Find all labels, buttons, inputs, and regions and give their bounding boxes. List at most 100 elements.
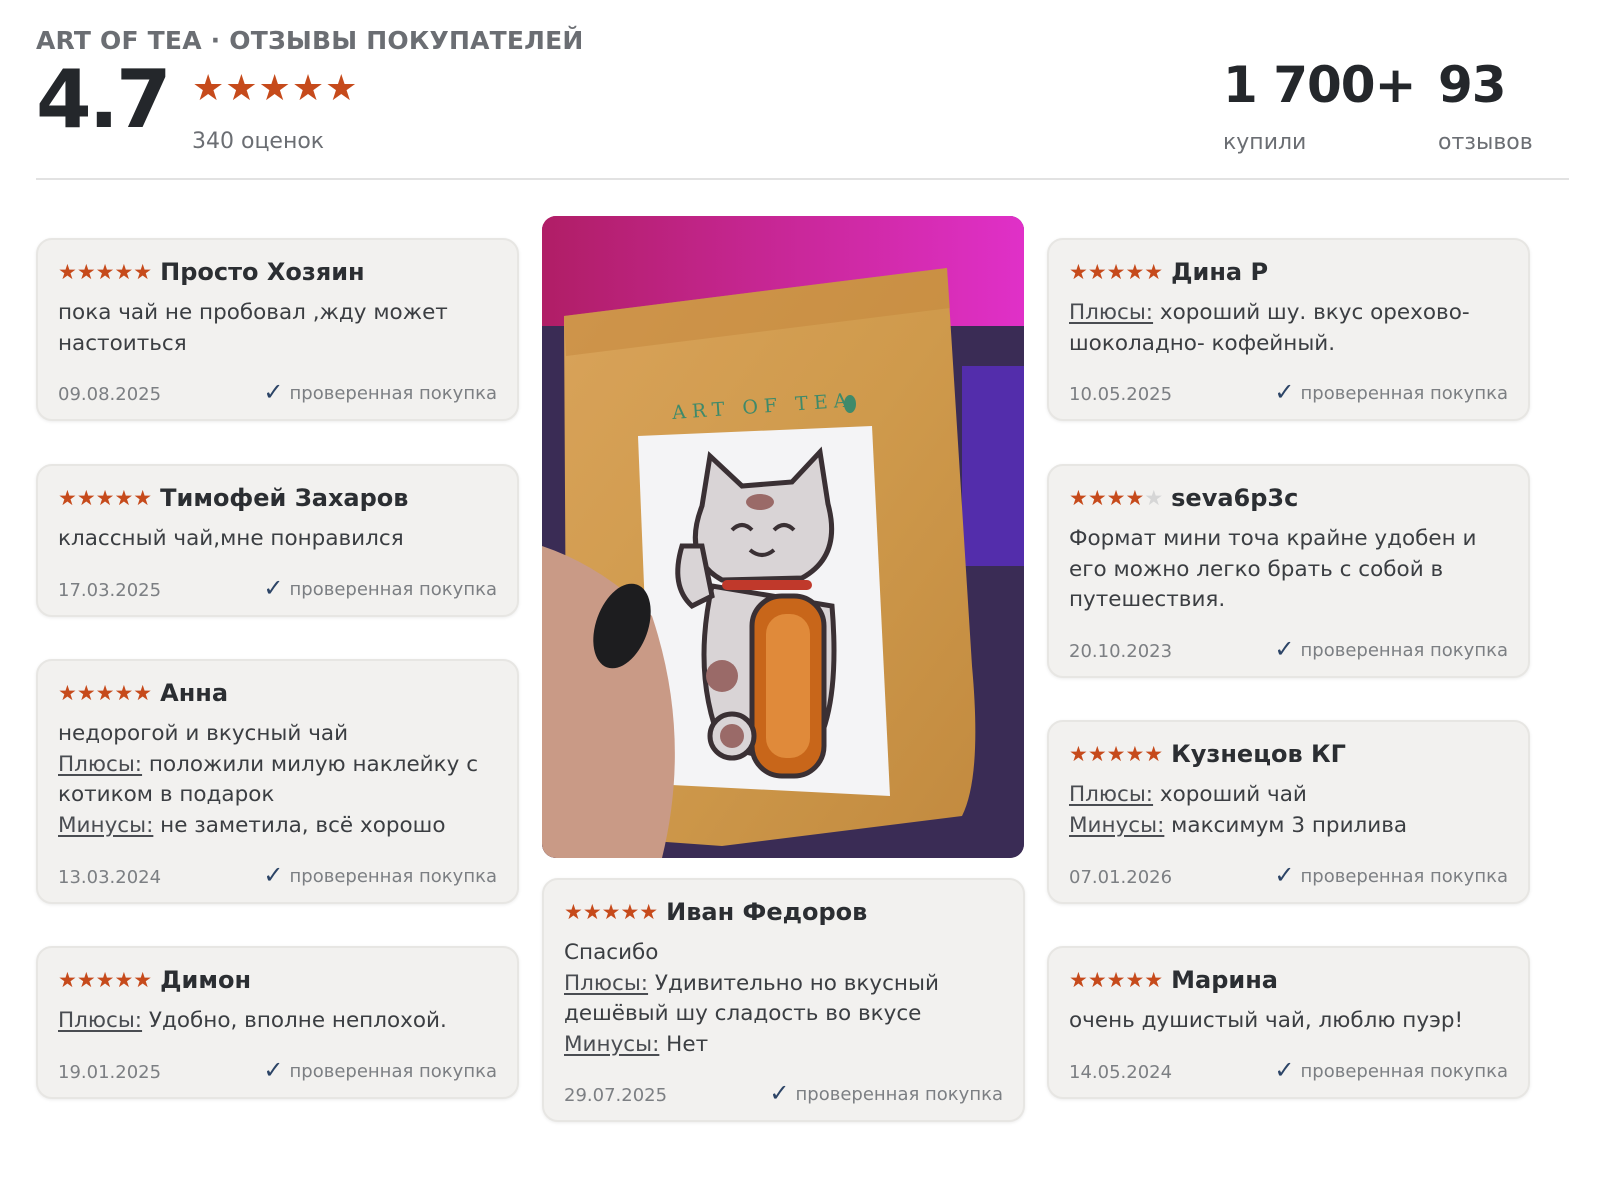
filled-stars: ★★★★: [1069, 486, 1145, 510]
stat-purchased: 1 700+ купили: [1223, 56, 1416, 155]
verified-label: проверенная покупка: [289, 579, 497, 600]
review-author: seva6p3c: [1171, 484, 1299, 512]
review-text: Спасибо Плюсы: Удивительно но вкусный де…: [564, 938, 1005, 1060]
review-date: 10.05.2025: [1069, 384, 1173, 405]
review-card[interactable]: ★★★★★ Дина Р Плюсы: хороший шу. вкус орех…: [1047, 238, 1530, 421]
average-rating-stars: ★★★★★: [192, 68, 359, 109]
review-card[interactable]: ★★★★★ Иван Федоров Спасибо Плюсы: Удивите…: [542, 878, 1025, 1122]
rating-stars: ★★★★★: [1069, 486, 1163, 510]
checkmark-icon: ✓: [263, 861, 284, 889]
review-comment: Формат мини точа крайне удобен и его мож…: [1069, 526, 1477, 612]
review-author: Кузнецов КГ: [1171, 740, 1346, 768]
review-comment: Спасибо: [564, 940, 659, 965]
checkmark-icon: ✓: [1274, 635, 1295, 663]
stat-reviews: 93 отзывов: [1438, 60, 1533, 155]
checkmark-icon: ✓: [1274, 378, 1295, 406]
verified-label: проверенная покупка: [1300, 640, 1508, 661]
ratings-count: 340 оценок: [192, 129, 325, 154]
verified-purchase: ✓ проверенная покупка: [769, 1079, 1003, 1107]
review-card[interactable]: ★★★★★ Димон Плюсы: Удобно, вполне неплохо…: [36, 946, 519, 1099]
rating-stars: ★★★★★: [564, 900, 659, 924]
review-comment: пока чай не пробовал ,жду может настоить…: [58, 300, 448, 356]
verified-purchase: ✓ проверенная покупка: [1274, 1056, 1508, 1084]
review-date: 29.07.2025: [564, 1085, 668, 1106]
review-card[interactable]: ★★★★★ Тимофей Захаров классный чай,мне по…: [36, 464, 519, 617]
checkmark-icon: ✓: [263, 574, 284, 602]
review-text: Плюсы: хороший чай Минусы: максимум 3 пр…: [1069, 780, 1510, 841]
review-author: Иван Федоров: [666, 898, 868, 926]
review-date: 14.05.2024: [1069, 1062, 1173, 1083]
pros-label: Плюсы:: [58, 751, 143, 777]
stat-reviews-value: 93: [1438, 56, 1507, 114]
verified-label: проверенная покупка: [289, 1061, 497, 1082]
review-comment: очень душистый чай, люблю пуэр!: [1069, 1008, 1464, 1033]
verified-label: проверенная покупка: [795, 1084, 1003, 1105]
review-card[interactable]: ★★★★★ seva6p3c Формат мини точа крайне уд…: [1047, 464, 1530, 678]
review-author: Тимофей Захаров: [160, 484, 409, 512]
verified-purchase: ✓ проверенная покупка: [263, 1056, 497, 1084]
pros-text: хороший чай: [1153, 782, 1307, 807]
review-author: Дина Р: [1171, 258, 1269, 286]
review-date: 17.03.2025: [58, 580, 162, 601]
verified-label: проверенная покупка: [289, 383, 497, 404]
rating-stars: ★★★★★: [1069, 742, 1164, 766]
verified-purchase: ✓ проверенная покупка: [263, 861, 497, 889]
cons-label: Минусы:: [564, 1031, 660, 1057]
review-date: 19.01.2025: [58, 1062, 162, 1083]
stat-purchased-value: 1 700+: [1223, 56, 1416, 114]
pros-label: Плюсы:: [1069, 782, 1154, 807]
cons-label: Минусы:: [1069, 812, 1165, 838]
review-text: Формат мини точа крайне удобен и его мож…: [1069, 524, 1510, 616]
checkmark-icon: ✓: [769, 1079, 790, 1107]
cons-text: Нет: [659, 1031, 709, 1057]
pros-text: Удобно, вполне неплохой.: [142, 1008, 447, 1033]
review-author: Анна: [160, 679, 229, 707]
review-card[interactable]: ★★★★★ Марина очень душистый чай, люблю пу…: [1047, 946, 1530, 1099]
review-date: 13.03.2024: [58, 867, 162, 888]
review-text: классный чай,мне понравился: [58, 524, 499, 555]
review-author: Димон: [160, 966, 252, 994]
review-date: 07.01.2026: [1069, 867, 1173, 888]
review-card[interactable]: ★★★★★ Анна недорогой и вкусный чай Плюсы:…: [36, 659, 519, 904]
review-card[interactable]: ★★★★★ Просто Хозяин пока чай не пробовал …: [36, 238, 519, 421]
verified-purchase: ✓ проверенная покупка: [1274, 861, 1508, 889]
checkmark-icon: ✓: [1274, 861, 1295, 889]
review-text: очень душистый чай, люблю пуэр!: [1069, 1006, 1510, 1037]
average-rating: 4.7: [36, 53, 172, 146]
review-text: недорогой и вкусный чай Плюсы: положили …: [58, 719, 499, 841]
review-text: Плюсы: Удобно, вполне неплохой.: [58, 1006, 499, 1037]
rating-stars: ★★★★★: [58, 486, 153, 510]
rating-stars: ★★★★★: [1069, 968, 1164, 992]
verified-purchase: ✓ проверенная покупка: [263, 574, 497, 602]
review-photo[interactable]: ART OF TEA: [542, 216, 1024, 858]
checkmark-icon: ✓: [263, 378, 284, 406]
cons-text: не заметила, всё хорошо: [153, 812, 446, 838]
pros-label: Плюсы:: [58, 1008, 143, 1033]
review-author: Просто Хозяин: [160, 258, 365, 286]
empty-star-icon: ★: [1144, 486, 1164, 510]
review-date: 20.10.2023: [1069, 641, 1173, 662]
review-date: 09.08.2025: [58, 384, 162, 405]
rating-stars: ★★★★★: [58, 681, 153, 705]
pros-label: Плюсы:: [1069, 300, 1154, 325]
verified-label: проверенная покупка: [1300, 866, 1508, 887]
verified-label: проверенная покупка: [289, 866, 497, 887]
review-card[interactable]: ★★★★★ Кузнецов КГ Плюсы: хороший чай Мину…: [1047, 720, 1530, 904]
stat-reviews-label: отзывов: [1438, 130, 1533, 155]
verified-label: проверенная покупка: [1300, 383, 1508, 404]
cons-text: максимум 3 прилива: [1164, 812, 1408, 838]
stat-purchased-label: купили: [1223, 130, 1307, 155]
review-author: Марина: [1171, 966, 1278, 994]
review-comment: недорогой и вкусный чай: [58, 721, 349, 746]
header-divider: [36, 178, 1569, 180]
verified-purchase: ✓ проверенная покупка: [1274, 378, 1508, 406]
page-title: ART OF TEA · ОТЗЫВЫ ПОКУПАТЕЛЕЙ: [36, 26, 584, 55]
pros-label: Плюсы:: [564, 970, 649, 996]
cons-label: Минусы:: [58, 812, 154, 838]
tea-package-image: ART OF TEA: [542, 216, 1024, 858]
review-text: Плюсы: хороший шу. вкус орехово-шоколадн…: [1069, 298, 1510, 359]
rating-stars: ★★★★★: [58, 260, 153, 284]
verified-purchase: ✓ проверенная покупка: [263, 378, 497, 406]
rating-stars: ★★★★★: [1069, 260, 1164, 284]
verified-purchase: ✓ проверенная покупка: [1274, 635, 1508, 663]
